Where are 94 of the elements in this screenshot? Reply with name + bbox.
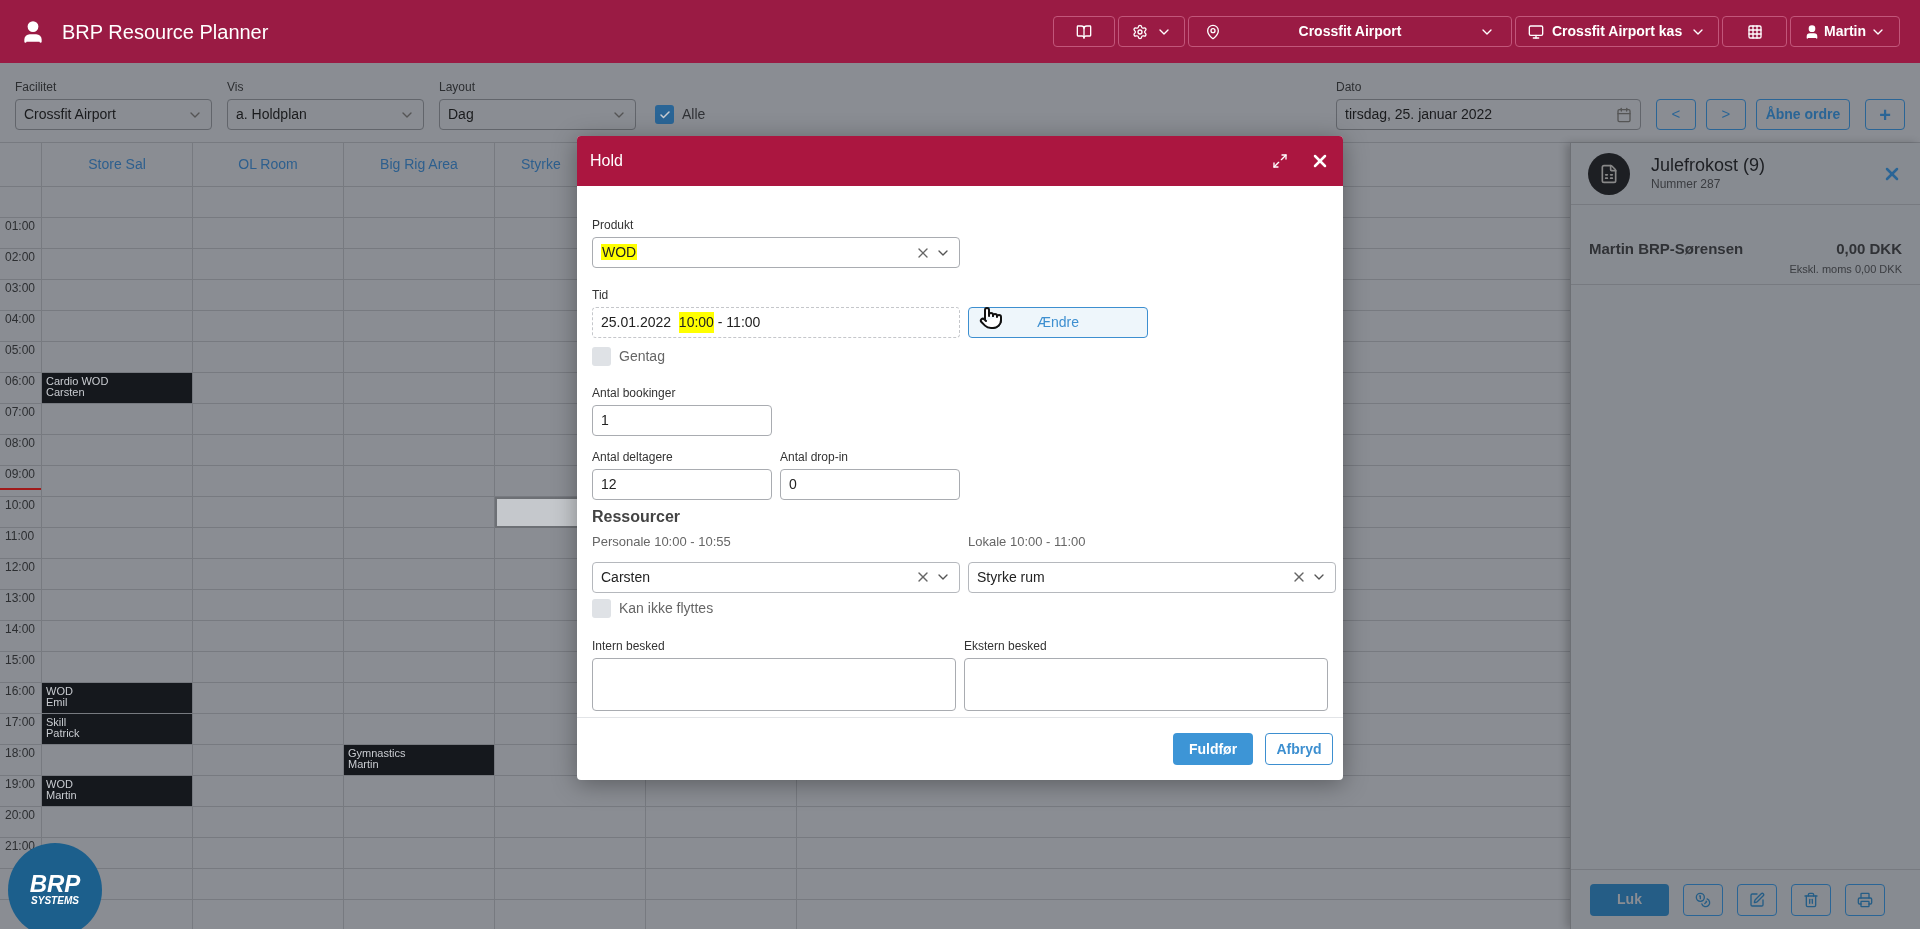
external-message-field[interactable] (964, 657, 1328, 711)
column-header: Big Rig Area (380, 155, 458, 174)
monitor-icon (1528, 23, 1544, 40)
hour-label: 08:00 (5, 435, 36, 452)
hour-label: 16:00 (5, 683, 36, 700)
hour-label: 19:00 (5, 776, 36, 793)
hour-label: 03:00 (5, 280, 36, 297)
internal-message-field[interactable] (592, 657, 956, 711)
participants-field[interactable]: 12 (592, 469, 772, 500)
calendar-event[interactable]: WOD Emil (42, 683, 192, 713)
settings-icon (1131, 23, 1148, 40)
field-label: Intern besked (592, 637, 666, 655)
hour-label: 06:00 (5, 373, 36, 390)
dialog-title: Hold (590, 151, 624, 171)
delete-button[interactable] (1791, 883, 1831, 916)
filter-select[interactable]: Crossfit Airport (15, 99, 212, 130)
hour-label: 04:00 (5, 311, 36, 328)
hour-label: 02:00 (5, 249, 36, 266)
trash-icon (1803, 891, 1819, 908)
dropin-field[interactable]: 0 (780, 469, 960, 500)
hour-label: 10:00 (5, 497, 36, 514)
bookings-field[interactable]: 1 (592, 405, 772, 436)
hour-label: 09:00 (5, 466, 36, 483)
hour-label: 13:00 (5, 590, 36, 607)
print-button[interactable] (1845, 883, 1885, 916)
printer-icon (1857, 891, 1873, 908)
apps-grid-button[interactable] (1722, 16, 1787, 47)
hour-label: 01:00 (5, 218, 36, 235)
hand-cursor-icon (979, 305, 1003, 331)
calendar-icon[interactable] (1616, 106, 1632, 123)
product-select[interactable]: WOD (592, 237, 960, 268)
notebook-button[interactable] (1053, 16, 1115, 47)
alle-checkbox[interactable] (655, 105, 674, 124)
field-label: Produkt (592, 217, 635, 234)
date-field[interactable]: tirsdag, 25. januar 2022 (1336, 99, 1641, 130)
column-header: Styrke (521, 155, 561, 174)
field-label: Antal drop-in (780, 449, 850, 466)
register-select[interactable]: Crossfit Airport kas (1515, 16, 1719, 47)
hour-label: 15:00 (5, 652, 36, 669)
hour-label: 11:00 (5, 528, 35, 545)
hour-label: 17:00 (5, 714, 36, 731)
column-header: OL Room (238, 155, 298, 174)
filter-select[interactable]: Dag (439, 99, 636, 130)
spreadsheet-icon (1599, 163, 1619, 184)
hour-label: 05:00 (5, 342, 36, 359)
locked-checkbox[interactable] (592, 599, 611, 618)
hour-label: 18:00 (5, 745, 36, 762)
order-amount: 0,00 DKK (1836, 239, 1902, 259)
user-menu-button[interactable]: Martin (1790, 16, 1900, 47)
order-number: Nummer 287 (1651, 175, 1722, 193)
hour-label: 07:00 (5, 404, 36, 421)
field-label: Tid (592, 287, 610, 304)
calendar-event[interactable]: Gymnastics Martin (344, 745, 494, 775)
coins-icon (1695, 891, 1711, 908)
location-select[interactable]: Crossfit Airport (1188, 16, 1512, 47)
order-title: Julefrokost (9) (1651, 154, 1767, 175)
checkbox-label: Kan ikke flyttes (619, 599, 714, 618)
section-heading: Ressourcer (592, 507, 682, 527)
checkbox-label: Alle (682, 105, 706, 124)
check-icon (658, 108, 671, 121)
expand-icon[interactable] (1272, 153, 1288, 169)
field-label: Ekstern besked (964, 637, 1048, 655)
edit-icon (1749, 891, 1765, 908)
customer-name: Martin BRP-Sørensen (1589, 239, 1745, 259)
map-pin-icon (1205, 23, 1221, 40)
notebook-icon (1076, 23, 1092, 40)
filter-label: Layout (439, 79, 477, 96)
staff-select[interactable]: Carsten (592, 561, 960, 593)
column-header: Store Sal (88, 155, 146, 174)
calendar-event[interactable]: Skill Patrick (42, 714, 192, 744)
checkbox-label: Gentag (619, 346, 665, 366)
time-field[interactable]: 25.01.2022 10:00 - 11:00 (592, 307, 960, 338)
calendar-event[interactable]: Cardio WOD Carsten (42, 373, 192, 403)
hour-label: 12:00 (5, 559, 36, 576)
field-label: Personale 10:00 - 10:55 (592, 533, 732, 551)
grid-icon (1746, 23, 1763, 40)
field-label: Lokale 10:00 - 11:00 (968, 533, 1087, 551)
field-label: Antal deltagere (592, 449, 674, 466)
room-select[interactable]: Styrke rum (968, 561, 1336, 593)
calendar-event[interactable]: WOD Martin (42, 776, 192, 806)
filter-select[interactable]: a. Holdplan (227, 99, 424, 130)
user-icon (1804, 23, 1820, 40)
filter-label: Facilitet (15, 79, 58, 96)
settings-button[interactable] (1118, 16, 1185, 47)
filter-label: Vis (227, 79, 245, 96)
hour-label: 20:00 (5, 807, 36, 824)
hour-label: 21:00 (5, 838, 36, 855)
field-label: Antal bookinger (592, 385, 677, 402)
amount-excl-vat: Ekskl. moms 0,00 DKK (1789, 261, 1902, 277)
hour-label: 14:00 (5, 621, 36, 638)
app-title: BRP Resource Planner (62, 19, 269, 45)
repeat-checkbox[interactable] (592, 346, 611, 366)
payment-button[interactable] (1683, 883, 1723, 916)
filter-label: Dato (1336, 79, 1363, 96)
